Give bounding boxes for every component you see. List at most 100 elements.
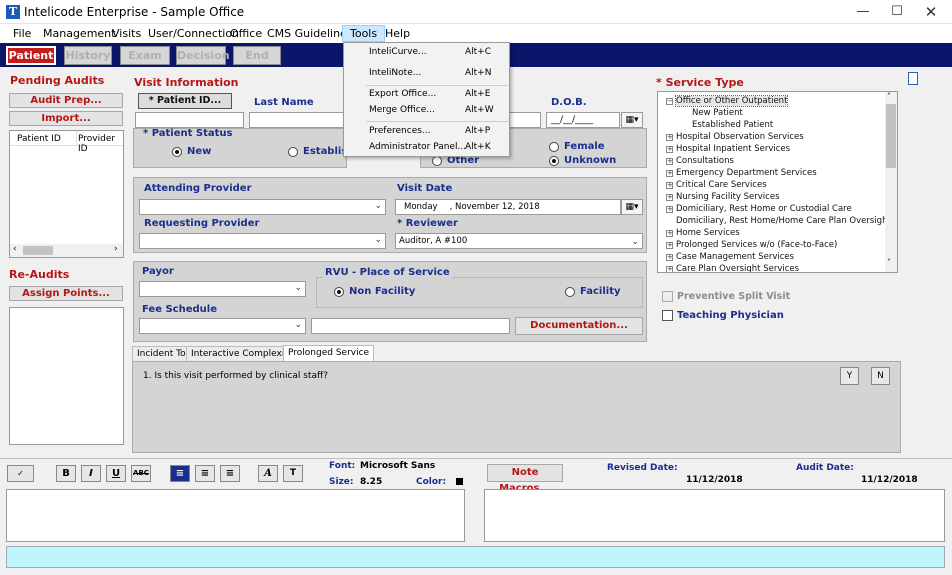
tree-item[interactable]: + Emergency Department Services: [666, 167, 817, 179]
tree-item[interactable]: − Office or Other Outpatient: [666, 95, 789, 107]
scroll-left-icon[interactable]: ‹: [13, 244, 17, 254]
requesting-provider-select[interactable]: ⌄: [139, 233, 386, 249]
expand-icon[interactable]: +: [666, 182, 673, 189]
decision-tab-button[interactable]: Decision: [176, 46, 230, 65]
align-left-icon[interactable]: ≡: [170, 465, 190, 482]
expand-icon[interactable]: +: [666, 146, 673, 153]
expand-icon[interactable]: +: [666, 254, 673, 261]
service-type-tree[interactable]: − Office or Other Outpatient New Patient Es…: [657, 91, 898, 273]
text-color-icon[interactable]: T: [283, 465, 303, 482]
menu-file[interactable]: File: [6, 25, 38, 42]
menu-item-export-office[interactable]: Export Office... Alt+E: [345, 86, 508, 103]
expand-icon[interactable]: +: [666, 242, 673, 249]
expand-icon[interactable]: +: [666, 266, 673, 272]
documentation-button[interactable]: Documentation...: [515, 317, 643, 335]
payor-select[interactable]: ⌄: [139, 281, 306, 297]
reviewer-select[interactable]: Auditor, A #100 ⌄: [395, 233, 643, 249]
close-icon[interactable]: ✕: [914, 0, 948, 24]
yes-button[interactable]: Y: [840, 367, 859, 385]
first-name-input[interactable]: [508, 112, 541, 128]
expand-icon[interactable]: +: [666, 134, 673, 141]
tree-item[interactable]: + Home Services: [666, 227, 740, 239]
underline-button[interactable]: U: [106, 465, 126, 482]
collapse-icon[interactable]: −: [666, 98, 673, 105]
unknown-radio[interactable]: [549, 155, 559, 168]
tree-item[interactable]: + Care Plan Oversight Services: [666, 263, 799, 272]
facility-radio[interactable]: [565, 286, 575, 299]
end-tab-button[interactable]: End: [233, 46, 281, 65]
pending-audits-list[interactable]: Patient ID Provider ID ‹ ›: [9, 130, 124, 258]
expand-icon[interactable]: +: [666, 170, 673, 177]
minimize-icon[interactable]: —: [846, 0, 880, 24]
document-icon[interactable]: [908, 72, 918, 85]
scroll-down-icon[interactable]: ˅: [887, 258, 891, 267]
tree-item[interactable]: Established Patient: [692, 119, 773, 131]
align-right-icon[interactable]: ≡: [220, 465, 240, 482]
menu-item-merge-office[interactable]: Merge Office... Alt+W: [345, 102, 508, 119]
spellcheck-icon[interactable]: ✓: [7, 465, 34, 482]
patient-tab-button[interactable]: Patient: [6, 46, 56, 65]
bold-button[interactable]: B: [56, 465, 76, 482]
horizontal-scrollbar[interactable]: ‹ ›: [10, 244, 123, 257]
visit-date-calendar-icon[interactable]: ▦▾: [621, 199, 643, 215]
non-facility-radio[interactable]: [334, 286, 344, 299]
scroll-right-icon[interactable]: ›: [114, 244, 118, 254]
font-dialog-icon[interactable]: A: [258, 465, 278, 482]
tree-item[interactable]: + Critical Care Services: [666, 179, 767, 191]
menu-item-administrator-panel[interactable]: Administrator Panel... Alt+K: [345, 139, 508, 156]
fee-schedule-select[interactable]: ⌄: [139, 318, 306, 334]
last-name-input[interactable]: [249, 112, 345, 128]
tree-item[interactable]: + Hospital Inpatient Services: [666, 143, 790, 155]
tree-item[interactable]: + Case Management Services: [666, 251, 794, 263]
tab-prolonged-service[interactable]: Prolonged Service: [283, 345, 375, 361]
vertical-scrollbar[interactable]: ˄ ˅: [885, 92, 897, 272]
menu-help[interactable]: Help: [378, 25, 417, 42]
re-audits-list[interactable]: [9, 307, 124, 445]
tree-item[interactable]: + Domiciliary, Rest Home or Custodial Car…: [666, 203, 852, 215]
column-provider-id[interactable]: Provider ID: [78, 134, 123, 154]
tab-incident-to[interactable]: Incident To: [132, 346, 191, 361]
expand-icon[interactable]: +: [666, 158, 673, 165]
expand-icon[interactable]: +: [666, 194, 673, 201]
tree-item[interactable]: New Patient: [692, 107, 743, 119]
female-radio[interactable]: [549, 141, 559, 154]
teaching-physician-checkbox[interactable]: [662, 310, 673, 321]
note-editor-right[interactable]: [484, 489, 945, 542]
patient-id-button[interactable]: * Patient ID...: [138, 93, 232, 109]
dob-input[interactable]: __/__/____: [546, 112, 620, 128]
note-editor-left[interactable]: [6, 489, 465, 542]
attending-provider-select[interactable]: ⌄: [139, 199, 386, 215]
scroll-up-icon[interactable]: ˄: [887, 92, 891, 101]
expand-icon[interactable]: +: [666, 230, 673, 237]
visit-date-input[interactable]: Monday , November 12, 2018: [395, 199, 621, 215]
established-radio[interactable]: [288, 146, 298, 159]
align-center-icon[interactable]: ≡: [195, 465, 215, 482]
column-patient-id[interactable]: Patient ID: [17, 134, 61, 144]
history-tab-button[interactable]: History: [64, 46, 112, 65]
preventive-split-checkbox[interactable]: [662, 291, 673, 302]
exam-tab-button[interactable]: Exam: [120, 46, 170, 65]
fee-schedule-text-input[interactable]: [311, 318, 510, 334]
tree-item[interactable]: + Hospital Observation Services: [666, 131, 804, 143]
new-radio[interactable]: [172, 146, 182, 159]
strikethrough-button[interactable]: ABC: [131, 465, 151, 482]
maximize-icon[interactable]: ☐: [880, 0, 914, 24]
import-button[interactable]: Import...: [9, 111, 123, 126]
menu-item-preferences[interactable]: Preferences... Alt+P: [345, 123, 508, 140]
expand-icon[interactable]: +: [666, 206, 673, 213]
menu-item-intelicurve[interactable]: InteliCurve... Alt+C: [345, 44, 508, 61]
dob-calendar-icon[interactable]: ▦▾: [621, 112, 643, 128]
patient-id-input[interactable]: [135, 112, 244, 128]
color-swatch[interactable]: [456, 478, 463, 485]
tree-item[interactable]: Domiciliary, Rest Home/Home Care Plan Ov…: [666, 215, 891, 227]
note-macros-button[interactable]: Note Macros...: [487, 464, 563, 494]
tab-interactive-complexity[interactable]: Interactive Complexity: [186, 346, 299, 361]
tree-item[interactable]: + Consultations: [666, 155, 734, 167]
italic-button[interactable]: I: [81, 465, 101, 482]
tree-item[interactable]: + Nursing Facility Services: [666, 191, 780, 203]
no-button[interactable]: N: [871, 367, 890, 385]
audit-prep-button[interactable]: Audit Prep...: [9, 93, 123, 108]
menu-item-intelinote[interactable]: InteliNote... Alt+N: [345, 65, 508, 82]
assign-points-button[interactable]: Assign Points...: [9, 286, 123, 301]
tree-item[interactable]: + Prolonged Services w/o (Face-to-Face): [666, 239, 837, 251]
